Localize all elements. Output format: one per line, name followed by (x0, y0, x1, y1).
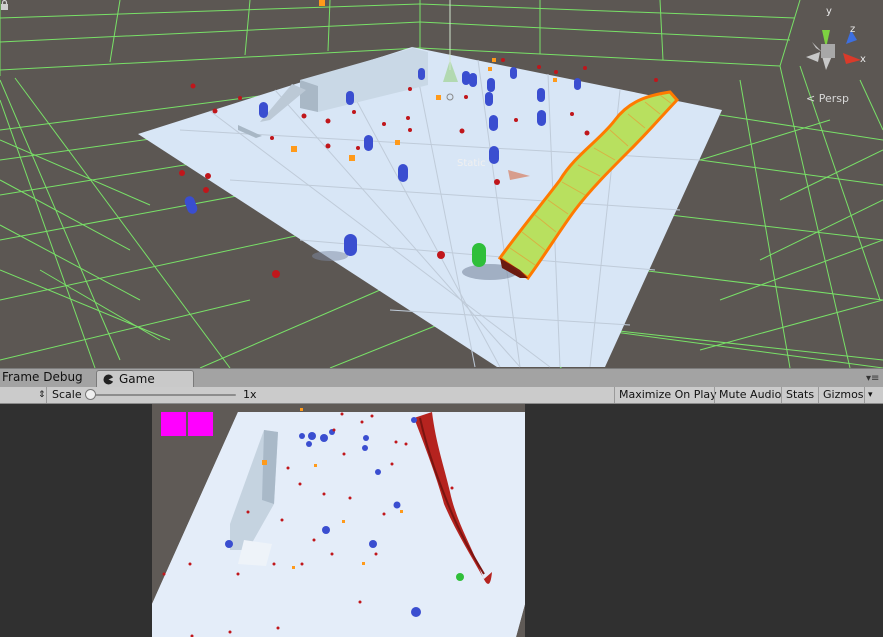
scale-value: 1x (243, 388, 257, 401)
gizmo-z-label: z (850, 24, 855, 35)
lock-icon[interactable] (0, 0, 9, 10)
tab-game-label: Game (119, 372, 155, 386)
gizmo-x-label: x (860, 54, 866, 65)
display-dropdown[interactable]: ⇕ (8, 387, 46, 403)
scale-label: Scale (52, 388, 82, 401)
scale-slider-thumb[interactable] (85, 389, 96, 400)
magenta-marker-2 (188, 412, 213, 436)
static-label: Static (457, 158, 486, 169)
gizmos-dropdown-icon[interactable]: ▾ (868, 387, 873, 403)
tab-frame-debug[interactable]: Frame Debug (0, 368, 83, 387)
maximize-on-play-button[interactable]: Maximize On Play (619, 387, 717, 403)
panel-menu-icon[interactable]: ▾≡ (866, 373, 879, 384)
magenta-marker-1 (161, 412, 186, 436)
mute-audio-button[interactable]: Mute Audio (719, 387, 781, 403)
scene-viewport[interactable]: Static y z x (0, 0, 883, 368)
orientation-gizmo[interactable]: y z x (806, 6, 866, 70)
stats-button[interactable]: Stats (786, 387, 814, 403)
dropdown-arrow-icon: ⇕ (38, 390, 46, 400)
tab-game[interactable]: Game (96, 370, 194, 388)
game-toolbar: ⇕ Scale 1x Maximize On Play Mute Audio S… (0, 387, 883, 404)
scale-slider[interactable] (88, 394, 236, 396)
game-render (152, 408, 525, 637)
camera-mode-label[interactable]: < Persp (806, 92, 849, 105)
player-capsule (472, 243, 486, 267)
gizmo-y-label: y (826, 6, 832, 17)
game-controller-icon (103, 374, 114, 385)
scene-view[interactable]: Static y z x < Persp (0, 0, 883, 368)
game-view[interactable] (152, 404, 525, 637)
camera-mode-text: Persp (818, 92, 849, 105)
gizmos-button[interactable]: Gizmos (823, 387, 864, 403)
